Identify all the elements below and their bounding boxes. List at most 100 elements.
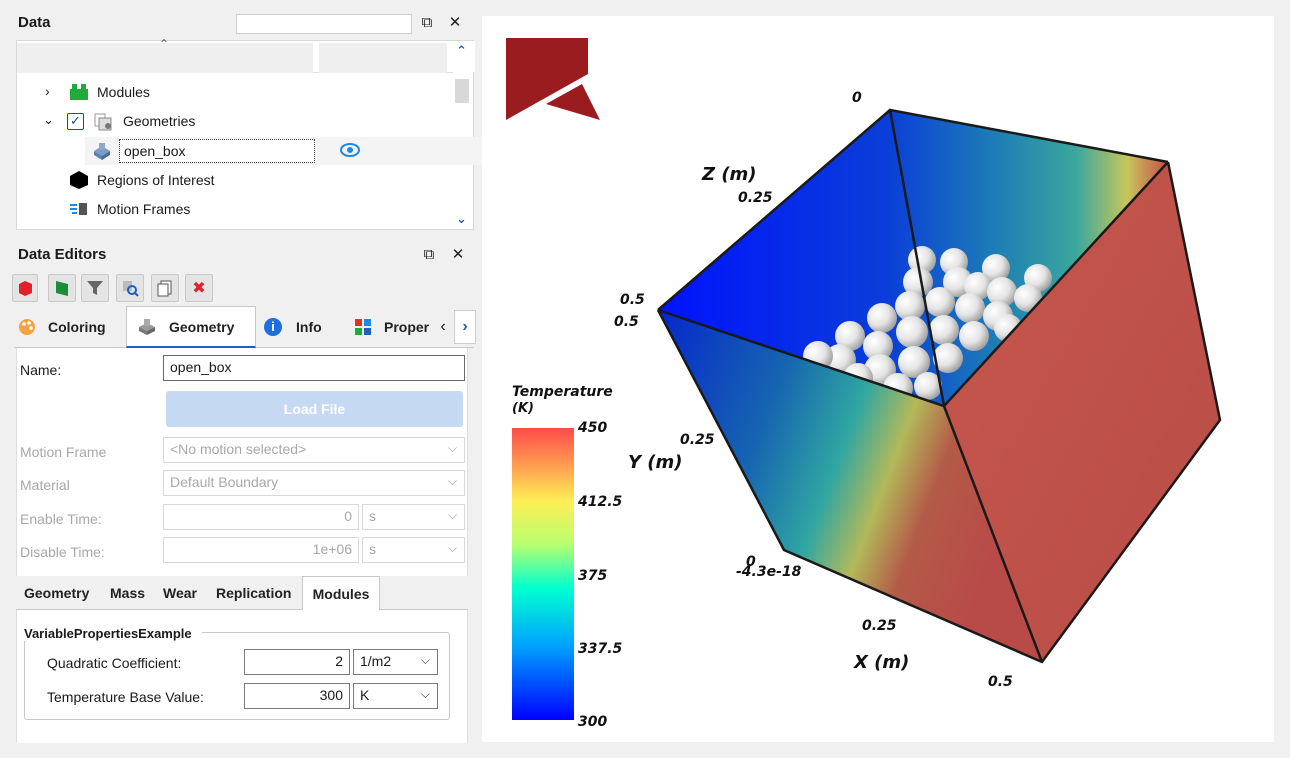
tab-label: Geometry: [169, 318, 235, 335]
tree-item-regions[interactable]: Regions of Interest: [17, 167, 453, 195]
tree-item-modules[interactable]: › Modules: [17, 79, 453, 107]
tree-item-label: Geometries: [123, 113, 196, 129]
legend-tick: 300: [578, 714, 607, 730]
chevron-down-icon: ⌵: [420, 653, 430, 667]
geometry-icon: [91, 141, 113, 161]
z-mid-tick: 0.25: [738, 190, 773, 206]
group-title: VariablePropertiesExample: [24, 626, 202, 641]
tab-info[interactable]: i Info: [264, 306, 322, 348]
unit-value: 1/m2: [360, 653, 392, 669]
legend-colorbar: [512, 428, 574, 720]
scroll-down-icon[interactable]: ⌄: [456, 211, 467, 227]
enable-time-label: Enable Time:: [20, 511, 102, 527]
tree-item-label: open_box: [119, 139, 315, 163]
legend-tick: 412.5: [577, 494, 623, 510]
float-icon[interactable]: ⧉: [418, 14, 436, 31]
close-icon[interactable]: ✕: [446, 13, 464, 31]
float-icon[interactable]: ⧉: [420, 246, 438, 263]
column-header-visibility[interactable]: [319, 43, 447, 73]
tree-item-motion-frames[interactable]: Motion Frames: [17, 196, 453, 224]
chevron-down-icon: ⌵: [447, 541, 457, 555]
legend-unit: (K): [512, 401, 534, 416]
motion-frame-label: Motion Frame: [20, 444, 107, 460]
temperature-legend: Temperature (K) 450 412.5 375 337.5 300: [512, 384, 623, 730]
temperature-base-input[interactable]: 300: [244, 683, 350, 709]
tree-item-open-box[interactable]: open_box: [85, 137, 505, 165]
tree-scrollbar[interactable]: ⌃ ⌄: [453, 41, 473, 229]
tab-coloring[interactable]: Coloring: [18, 306, 106, 348]
subtab-wear[interactable]: Wear: [163, 576, 197, 610]
tree-item-label: Modules: [97, 84, 150, 100]
geometries-icon: [93, 112, 115, 132]
3d-viewport[interactable]: 0 Z (m) 0.25 0.5 0.5 0.25 Y (m) 0 -4.3e-…: [482, 16, 1274, 742]
add-plane-button[interactable]: [48, 274, 76, 302]
add-box-button[interactable]: [12, 274, 38, 302]
sort-up-icon[interactable]: ⌃: [159, 37, 169, 51]
subtab-modules[interactable]: Modules: [302, 576, 380, 610]
tab-scroll-left-icon[interactable]: ‹: [432, 310, 454, 344]
data-search-input[interactable]: [236, 14, 412, 34]
quadratic-coefficient-input[interactable]: 2: [244, 649, 350, 675]
name-label: Name:: [20, 362, 62, 378]
temperature-base-unit-select[interactable]: K ⌵: [353, 683, 438, 709]
tab-label: Proper: [384, 319, 430, 335]
material-label: Material: [20, 477, 70, 493]
chevron-down-icon: ⌵: [447, 441, 457, 455]
chevron-right-icon[interactable]: ›: [45, 83, 50, 99]
disable-time-input[interactable]: 1e+06: [163, 537, 359, 563]
eye-icon[interactable]: [339, 142, 361, 158]
scene-svg[interactable]: 0 Z (m) 0.25 0.5 0.5 0.25 Y (m) 0 -4.3e-…: [482, 16, 1274, 742]
subtab-geometry[interactable]: Geometry: [24, 576, 89, 610]
search-list-icon[interactable]: [116, 274, 144, 302]
material-select[interactable]: Default Boundary ⌵: [163, 470, 465, 496]
geometry-icon: [137, 318, 157, 336]
unit-value: s: [369, 508, 376, 524]
data-editors-title: Data Editors: [18, 246, 107, 263]
tab-scroll-right-icon[interactable]: ›: [454, 310, 476, 344]
tab-geometry[interactable]: Geometry: [126, 306, 256, 348]
chevron-down-icon[interactable]: ⌄: [43, 112, 54, 128]
tree-item-label: Motion Frames: [97, 201, 191, 217]
legend-tick: 337.5: [578, 641, 623, 657]
tab-label: Info: [296, 319, 322, 335]
legend-tick: 450: [577, 420, 607, 436]
motion-frames-icon: [69, 201, 89, 217]
unit-value: K: [360, 687, 370, 703]
tab-properties[interactable]: Proper: [354, 306, 429, 348]
quadratic-coefficient-unit-select[interactable]: 1/m2 ⌵: [353, 649, 438, 675]
properties-icon: [354, 318, 372, 336]
name-input[interactable]: open_box: [163, 355, 465, 381]
origin-value: -4.3e-18: [736, 564, 802, 580]
x-axis-label: X (m): [853, 652, 909, 673]
enable-time-input[interactable]: 0: [163, 504, 359, 530]
y-end-tick-b: 0.5: [614, 314, 639, 330]
close-icon[interactable]: ✕: [449, 245, 467, 263]
subtab-replication[interactable]: Replication: [216, 576, 291, 610]
motion-frame-select[interactable]: <No motion selected> ⌵: [163, 437, 465, 463]
chevron-down-icon: ⌵: [447, 474, 457, 488]
z-axis-label: Z (m): [701, 164, 757, 185]
data-panel-title: Data: [18, 14, 51, 31]
delete-icon[interactable]: ✖: [185, 274, 213, 302]
modules-icon: [69, 83, 89, 101]
scroll-thumb[interactable]: [455, 79, 469, 103]
scroll-up-icon[interactable]: ⌃: [456, 43, 467, 59]
filter-icon[interactable]: [81, 274, 109, 302]
copy-icon[interactable]: [151, 274, 179, 302]
chevron-down-icon: ⌵: [420, 687, 430, 701]
subtab-mass[interactable]: Mass: [110, 576, 145, 610]
load-file-button[interactable]: Load File: [166, 391, 463, 427]
material-value: Default Boundary: [170, 474, 279, 490]
data-tree: ⌃ ⌃ ⌄ › Modules ⌄ ✓ Geometries open_box …: [16, 37, 505, 230]
y-end-tick-a: 0.5: [620, 292, 645, 308]
editor-tabs: Coloring Geometry i Info Proper ‹ ›: [14, 306, 476, 348]
tree-header: ⌃: [17, 37, 475, 73]
x-end-tick: 0.5: [988, 674, 1013, 690]
disable-time-unit-select[interactable]: s ⌵: [362, 537, 465, 563]
checkbox-geometries[interactable]: ✓: [67, 113, 84, 130]
enable-time-unit-select[interactable]: s ⌵: [362, 504, 465, 530]
y-mid-tick: 0.25: [680, 432, 715, 448]
tree-item-geometries[interactable]: ⌄ ✓ Geometries: [17, 108, 453, 136]
legend-title: Temperature: [512, 384, 613, 400]
x-mid-tick: 0.25: [862, 618, 897, 634]
